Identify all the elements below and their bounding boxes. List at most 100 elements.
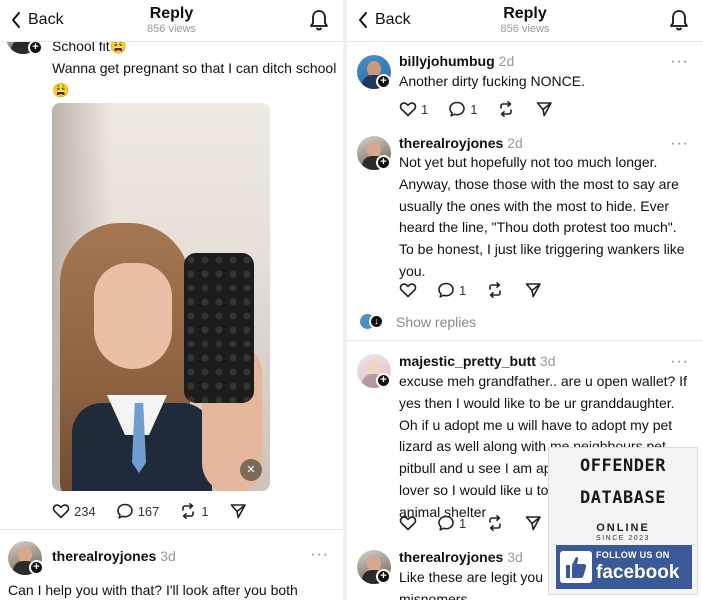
follow-plus-icon[interactable]: + <box>28 40 43 55</box>
post-line: pitbull and u see I am ap <box>399 460 552 477</box>
ad-since-label: SINCE 2023 <box>596 535 650 542</box>
post-username[interactable]: majestic_pretty_butt 3d <box>399 353 556 369</box>
post-actions: 1 <box>399 280 562 300</box>
post-line: Oh if u adopt me u will have to adopt my… <box>399 416 673 433</box>
post-username[interactable]: therealroyjones 2d <box>399 135 523 151</box>
reply-time: 3d <box>160 548 176 564</box>
repost-icon <box>489 282 502 298</box>
facebook-wordmark: facebook <box>596 562 680 583</box>
reply-count: 1 <box>459 515 467 531</box>
reply-avatars: ↓ <box>360 314 386 330</box>
reply-button[interactable]: 1 <box>448 100 477 118</box>
header-title-block: Reply 856 views <box>347 4 703 36</box>
like-button[interactable] <box>399 514 417 532</box>
more-options-icon[interactable]: ··· <box>670 354 689 370</box>
post-time: 3d <box>507 549 523 565</box>
view-count: 856 views <box>147 23 196 35</box>
facebook-follow-button[interactable]: FOLLOW US ON facebook <box>556 545 692 589</box>
comment-icon <box>116 503 133 519</box>
repost-icon <box>489 515 502 531</box>
heart-icon <box>399 516 417 531</box>
share-button[interactable] <box>535 100 553 118</box>
post-line: lover so I would like u to <box>399 481 549 498</box>
post-text: Another dirty fucking NONCE. <box>399 71 585 93</box>
share-icon <box>525 516 542 531</box>
page-title: Reply <box>503 5 547 22</box>
mute-icon[interactable]: ✕ <box>240 459 262 481</box>
post-actions: 1 <box>399 513 562 533</box>
repost-button[interactable] <box>497 100 515 118</box>
share-icon <box>230 504 246 519</box>
post-text: Not yet but hopefully not too much longe… <box>399 152 685 283</box>
reply-username[interactable]: therealroyjones 3d <box>52 548 176 564</box>
ad-title-line-2: DATABASE <box>580 488 666 508</box>
comment-icon <box>449 101 466 117</box>
post-line: Another dirty fucking NONCE. <box>399 73 585 89</box>
bell-icon[interactable] <box>669 9 689 31</box>
comment-icon <box>438 515 454 531</box>
post-actions: 234 167 1 <box>52 501 267 521</box>
header-title-block: Reply 856 views <box>0 4 343 36</box>
like-count: 234 <box>74 503 96 519</box>
ad-title-line-1: OFFENDER <box>580 456 666 476</box>
share-button[interactable] <box>229 502 247 520</box>
post-username[interactable]: therealroyjones 3d <box>399 549 523 565</box>
separator <box>347 340 703 341</box>
ad-online-label: ONLINE <box>596 522 650 534</box>
like-button[interactable]: 1 <box>399 100 428 118</box>
post-text: Like these are legit you misnomers <box>399 567 543 600</box>
repost-button[interactable] <box>486 514 504 532</box>
share-button[interactable] <box>524 281 542 299</box>
repost-button[interactable]: 1 <box>179 502 209 520</box>
post-line: you. <box>399 262 426 279</box>
emoji: 😩 <box>52 81 70 98</box>
post-time: 2d <box>498 53 515 69</box>
follow-plus-icon[interactable]: + <box>376 74 391 89</box>
post-line: usually the ones with the most to hide. … <box>399 197 670 214</box>
reply-button[interactable]: 1 <box>437 514 466 532</box>
header: Back Reply 856 views <box>0 0 343 42</box>
thumbs-up-icon <box>560 551 592 583</box>
more-options-icon[interactable]: ··· <box>670 136 689 152</box>
like-count: 1 <box>421 101 429 117</box>
share-icon <box>537 102 553 117</box>
follow-plus-icon[interactable]: + <box>29 560 44 575</box>
post-username[interactable]: billyjohumbug 2d <box>399 53 514 69</box>
follow-plus-icon[interactable]: + <box>376 373 391 388</box>
page-title: Reply <box>149 5 194 22</box>
post-line: To be honest, I just like triggering wan… <box>399 241 685 258</box>
post-photo[interactable]: ✕ <box>52 103 270 491</box>
repost-count: 1 <box>201 503 209 519</box>
left-thread-panel: Back Reply 856 views + School fit😩 Wanna… <box>0 0 343 600</box>
heart-icon <box>399 283 417 298</box>
repost-button[interactable] <box>486 281 504 299</box>
more-options-icon[interactable]: ··· <box>670 54 689 70</box>
reply-count: 1 <box>470 101 478 117</box>
bell-icon[interactable] <box>309 9 329 31</box>
follow-plus-icon[interactable]: + <box>376 569 391 584</box>
reply-count: 167 <box>137 503 160 519</box>
comment-icon <box>438 282 454 298</box>
more-options-icon[interactable]: ··· <box>310 547 329 563</box>
header: Back Reply 856 views <box>347 0 703 42</box>
phone-image <box>184 253 254 403</box>
share-icon <box>525 283 542 298</box>
reply-button[interactable]: 1 <box>437 281 466 299</box>
reply-text: Can I help you with that? I'll look afte… <box>8 582 298 598</box>
share-button[interactable] <box>524 514 542 532</box>
reply-button[interactable]: 167 <box>116 502 160 520</box>
follow-plus-icon[interactable]: + <box>376 155 391 170</box>
arrow-down-icon: ↓ <box>369 314 384 329</box>
post-line: misnomers <box>399 590 468 600</box>
follow-us-label: FOLLOW US ON <box>596 550 670 560</box>
post-line: Not yet but hopefully not too much longe… <box>399 154 658 170</box>
like-button[interactable]: 234 <box>52 502 96 520</box>
post-time: 2d <box>507 135 523 151</box>
post-time: 3d <box>539 353 556 369</box>
post-line-2: Wanna get pregnant so that I can ditch s… <box>52 59 337 76</box>
offender-database-ad[interactable]: OFFENDER DATABASE ONLINE SINCE 2023 FOLL… <box>548 447 698 595</box>
reply-count: 1 <box>459 282 467 298</box>
heart-icon <box>52 504 70 519</box>
show-replies-button[interactable]: Show replies <box>396 314 476 330</box>
like-button[interactable] <box>399 281 417 299</box>
